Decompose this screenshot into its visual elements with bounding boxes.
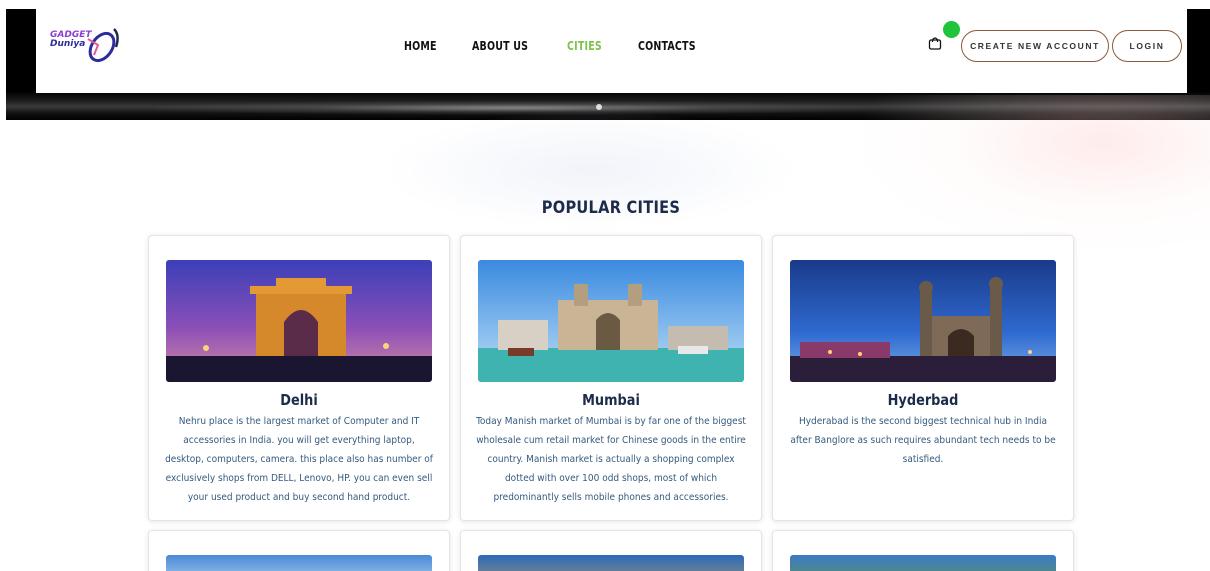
navbar: GADGET Duniya HOME ABOUT US CITIES CONTA… [36,9,1187,93]
city-image-hyderbad [790,260,1056,382]
nav-item-cities[interactable]: CITIES [567,39,602,53]
nav-item-home[interactable]: HOME [404,39,437,53]
city-card[interactable] [148,530,450,571]
create-account-button[interactable]: CREATE NEW ACCOUNT [961,30,1109,62]
city-description: Hyderabad is the second biggest technica… [790,416,1056,465]
city-description: Nehru place is the largest market of Com… [165,416,433,503]
city-name: Hyderbad [887,391,959,409]
city-image [166,555,432,571]
city-description: Today Manish market of Mumbai is by far … [476,416,746,503]
city-card[interactable] [772,530,1074,571]
cart-badge [943,21,960,38]
section-title: POPULAR CITIES [541,198,681,218]
background-glow [850,95,1210,255]
city-image [478,555,744,571]
city-card-delhi[interactable]: Delhi Nehru place is the largest market … [148,235,450,521]
city-card[interactable] [460,530,762,571]
nav-item-contacts[interactable]: CONTACTS [638,39,696,53]
shopping-bag-icon[interactable] [928,36,942,50]
login-button[interactable]: LOGIN [1112,30,1182,62]
brand-logo[interactable]: GADGET Duniya [50,25,126,67]
city-name: Mumbai [582,391,640,409]
city-image-mumbai [478,260,744,382]
city-card-mumbai[interactable]: Mumbai Today Manish market of Mumbai is … [460,235,762,521]
city-image [790,555,1056,571]
city-image-delhi [166,260,432,382]
city-card-hyderbad[interactable]: Hyderbad Hyderabad is the second biggest… [772,235,1074,521]
logo-swoosh-icon [87,28,119,63]
city-name: Delhi [280,391,318,409]
main-nav: HOME ABOUT US CITIES CONTACTS [404,39,734,53]
nav-item-about-us[interactable]: ABOUT US [472,39,528,53]
